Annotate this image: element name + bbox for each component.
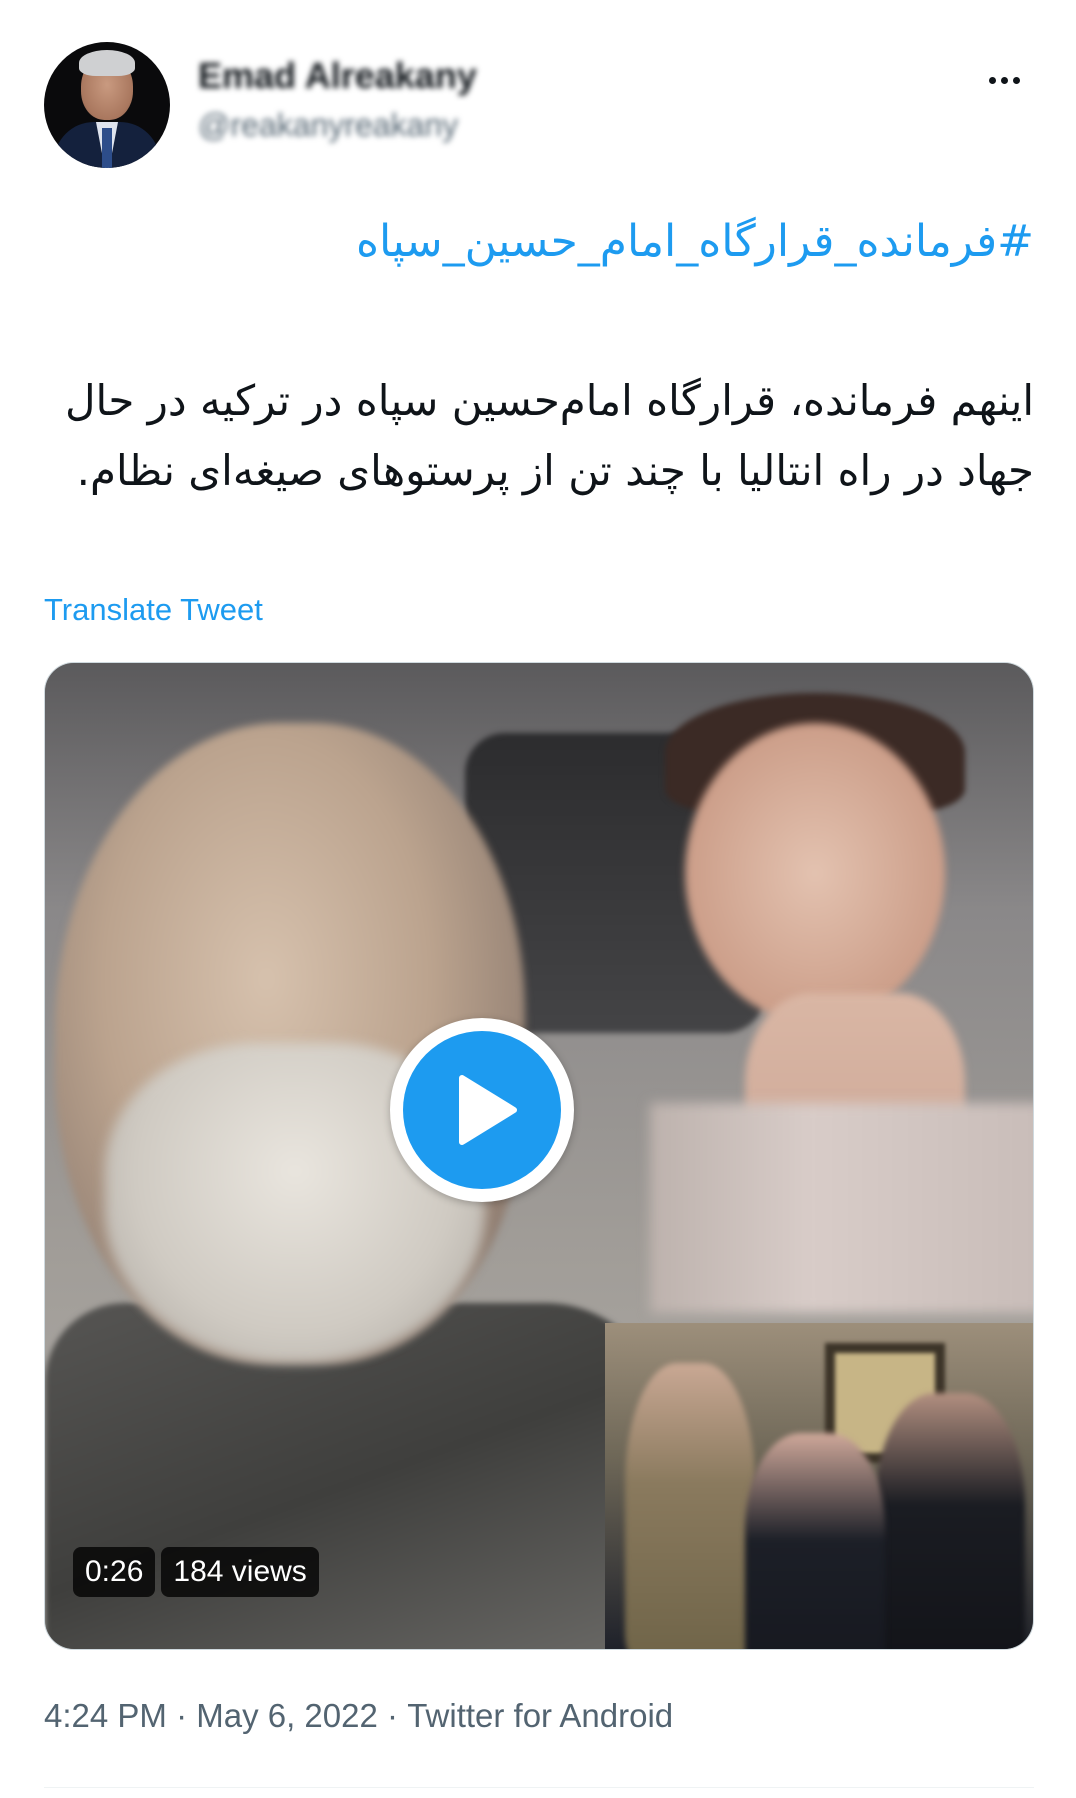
- avatar-hair: [79, 50, 135, 76]
- play-button[interactable]: [390, 1018, 574, 1202]
- thumbnail-blur-overlay: [650, 1103, 1033, 1313]
- tweet-source[interactable]: Twitter for Android: [407, 1697, 673, 1735]
- display-name[interactable]: Emad Alreakany: [198, 54, 477, 98]
- tweet-time[interactable]: 4:24 PM: [44, 1697, 167, 1735]
- avatar-tie: [102, 128, 112, 168]
- timestamp-separator: ·: [166, 1697, 197, 1734]
- hashtag-link[interactable]: #فرمانده_قرارگاه_امام_حسین_سپاه: [34, 212, 1034, 272]
- avatar[interactable]: [44, 42, 170, 168]
- play-icon: [403, 1031, 561, 1189]
- inset-person: [625, 1363, 755, 1649]
- divider: [44, 1787, 1034, 1788]
- video-duration-badge: 0:26: [73, 1547, 156, 1597]
- user-names[interactable]: Emad Alreakany @reakanyreakany: [198, 54, 477, 146]
- video-player[interactable]: 0:26 184 views: [44, 662, 1034, 1650]
- view-count-badge: 184 views: [161, 1547, 319, 1597]
- thumbnail-inset-photo: [605, 1323, 1033, 1649]
- tweet-date[interactable]: May 6, 2022: [196, 1697, 378, 1735]
- video-badges: 0:26 184 views: [73, 1547, 319, 1597]
- tweet-header: Emad Alreakany @reakanyreakany: [44, 42, 1034, 168]
- inset-person: [875, 1393, 1025, 1649]
- translate-tweet-link[interactable]: Translate Tweet: [44, 592, 263, 628]
- user-handle[interactable]: @reakanyreakany: [198, 104, 477, 146]
- tweet-text: اینهم فرمانده، قرارگاه امام‌حسین سپاه در…: [65, 376, 1034, 495]
- inset-person: [745, 1433, 885, 1649]
- thumbnail-woman-face: [685, 723, 945, 1023]
- more-horizontal-icon: [1012, 76, 1020, 84]
- more-horizontal-icon: [1000, 76, 1008, 84]
- tweet-timestamp: 4:24 PM · May 6, 2022 · Twitter for Andr…: [44, 1697, 673, 1735]
- more-horizontal-icon: [988, 76, 996, 84]
- more-options-button[interactable]: [982, 62, 1026, 98]
- timestamp-separator: ·: [377, 1697, 408, 1734]
